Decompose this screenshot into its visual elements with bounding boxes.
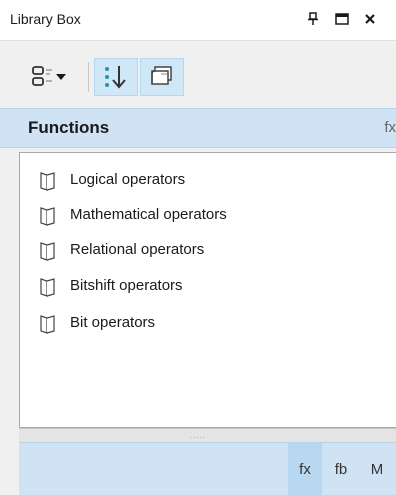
book-icon — [40, 315, 55, 334]
list-item-label: Bitshift operators — [70, 277, 183, 294]
window-title: Library Box — [10, 11, 81, 27]
list-item-logical-operators[interactable]: Logical operators — [20, 167, 360, 193]
list-item-label: Logical operators — [70, 171, 186, 188]
group-icon — [151, 66, 172, 85]
list-item-bit-operators[interactable]: Bit operators — [20, 310, 360, 336]
tab-label: fx — [299, 460, 311, 478]
bottom-tab-bar: fx fb M — [19, 442, 396, 495]
toolbar — [0, 56, 396, 100]
pin-icon[interactable] — [302, 8, 324, 30]
library-box-panel: Library Box Functions fx Logical operato… — [0, 0, 396, 495]
book-icon — [40, 242, 55, 261]
tab-functions[interactable]: fx — [288, 443, 322, 495]
resize-splitter[interactable]: ..... — [19, 428, 396, 442]
list-item-bitshift-operators[interactable]: Bitshift operators — [20, 273, 360, 299]
tab-m[interactable]: M — [360, 443, 394, 495]
list-item-relational-operators[interactable]: Relational operators — [20, 237, 360, 263]
book-icon — [40, 172, 55, 191]
list-item-label: Mathematical operators — [70, 206, 227, 223]
close-icon[interactable] — [359, 8, 381, 30]
list-item-label: Relational operators — [70, 241, 205, 258]
sort-icon — [105, 66, 126, 89]
sort-button[interactable] — [94, 58, 138, 96]
splitter-grip: ..... — [190, 431, 207, 440]
function-list: Logical operators Mathematical operators… — [19, 152, 396, 428]
fx-icon: fx — [384, 119, 396, 136]
book-icon — [40, 278, 55, 297]
tab-function-blocks[interactable]: fb — [324, 443, 358, 495]
maximize-icon[interactable] — [331, 8, 353, 30]
view-mode-dropdown-button[interactable] — [22, 58, 82, 96]
section-header-functions[interactable]: Functions fx — [0, 108, 396, 148]
group-button[interactable] — [140, 58, 184, 96]
title-bar: Library Box — [0, 0, 396, 41]
view-mode-dropdown-icon — [32, 66, 66, 86]
section-title: Functions — [28, 118, 110, 137]
tab-label: fb — [334, 460, 348, 478]
list-item-label: Bit operators — [70, 314, 156, 331]
toolbar-separator — [88, 62, 89, 92]
book-icon — [40, 207, 55, 226]
list-item-mathematical-operators[interactable]: Mathematical operators — [20, 202, 360, 228]
tab-label: M — [370, 460, 384, 478]
